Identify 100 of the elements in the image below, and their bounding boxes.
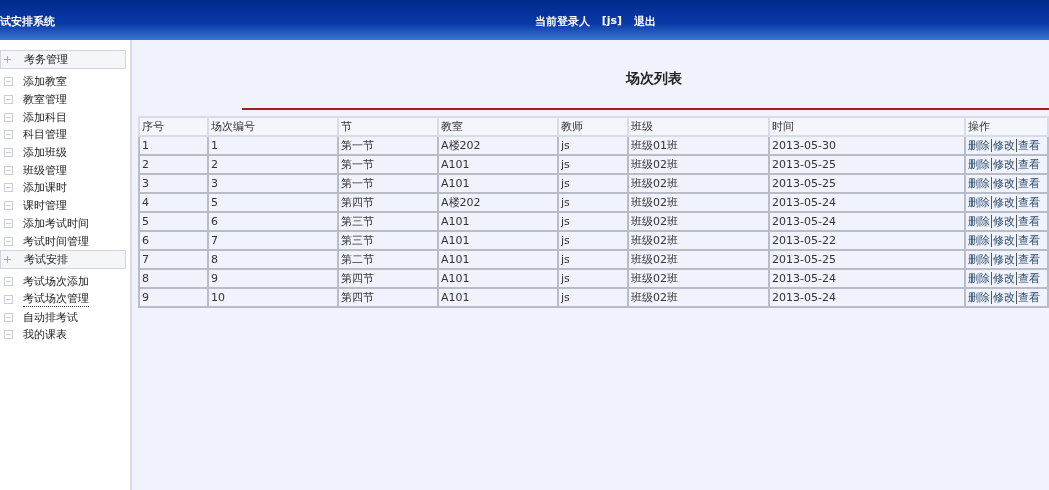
action-link[interactable]: 查看: [1016, 215, 1041, 228]
table-cell: A101: [438, 231, 558, 250]
action-link[interactable]: 删除: [967, 215, 991, 228]
action-link[interactable]: 修改: [991, 177, 1016, 190]
table-cell: 4: [139, 193, 208, 212]
table-cell: A101: [438, 288, 558, 307]
column-header: 场次编号: [208, 117, 338, 136]
table-cell: js: [558, 231, 628, 250]
action-link[interactable]: 删除: [967, 291, 991, 304]
table-cell: js: [558, 136, 628, 155]
sidebar-item[interactable]: 添加教室: [23, 74, 67, 90]
sidebar-item[interactable]: 考试时间管理: [23, 233, 89, 249]
logout-link[interactable]: 退出: [634, 14, 656, 29]
table-cell: js: [558, 269, 628, 288]
page-title: 场次列表: [624, 70, 683, 88]
action-link[interactable]: 删除: [967, 196, 991, 209]
sidebar-item[interactable]: 考试场次管理: [23, 291, 89, 308]
list-icon: [4, 183, 13, 193]
table-cell: 2: [208, 155, 338, 174]
table-cell: 5: [139, 212, 208, 231]
plus-icon: [4, 56, 11, 63]
sidebar-item[interactable]: 添加科目: [23, 109, 67, 125]
section-header[interactable]: 考务管理: [0, 50, 126, 69]
table-cell: 2013-05-30: [769, 136, 965, 155]
table-cell: 7: [208, 231, 338, 250]
table-cell: A101: [438, 212, 558, 231]
table-cell: 第四节: [338, 193, 438, 212]
table-cell: 班级02班: [628, 269, 769, 288]
table-cell: 班级02班: [628, 212, 769, 231]
action-link[interactable]: 修改: [991, 253, 1016, 266]
action-link[interactable]: 修改: [991, 139, 1016, 152]
table-cell: 2013-05-24: [769, 212, 965, 231]
sidebar-item[interactable]: 考试场次添加: [23, 274, 89, 290]
table-cell: 1: [139, 136, 208, 155]
table-cell: 第四节: [338, 269, 438, 288]
table-cell: 班级02班: [628, 250, 769, 269]
sidebar-item[interactable]: 班级管理: [23, 162, 67, 178]
action-link[interactable]: 查看: [1016, 158, 1041, 171]
table-cell: 3: [208, 174, 338, 193]
table-cell: 班级02班: [628, 288, 769, 307]
section-header[interactable]: 考试安排: [0, 249, 126, 269]
action-link[interactable]: 删除: [967, 158, 991, 171]
sidebar-item[interactable]: 科目管理: [23, 127, 67, 143]
table-cell: A101: [438, 174, 558, 193]
action-link[interactable]: 查看: [1016, 196, 1041, 209]
table-cell: js: [558, 288, 628, 307]
action-link[interactable]: 查看: [1016, 139, 1041, 152]
table-cell: js: [558, 250, 628, 269]
column-header: 时间: [769, 117, 965, 136]
table-cell: 第四节: [338, 288, 438, 307]
action-link[interactable]: 删除: [967, 272, 991, 285]
table-cell: 2013-05-25: [769, 174, 965, 193]
system-title: 试安排系统: [0, 14, 55, 29]
action-link[interactable]: 修改: [991, 272, 1016, 285]
table-cell: 9: [208, 269, 338, 288]
table-cell: 6: [208, 212, 338, 231]
action-link[interactable]: 查看: [1016, 272, 1041, 285]
list-icon: [4, 130, 13, 140]
table-cell: 班级02班: [628, 174, 769, 193]
table-cell: 7: [139, 250, 208, 269]
sidebar-item[interactable]: 自动排考试: [23, 309, 78, 325]
sidebar-item[interactable]: 添加考试时间: [23, 215, 89, 231]
column-header: 教师: [558, 117, 628, 136]
column-header: 节: [338, 117, 438, 136]
table-cell: js: [558, 212, 628, 231]
list-icon: [4, 218, 13, 228]
action-link[interactable]: 修改: [991, 196, 1016, 209]
action-link[interactable]: 查看: [1016, 253, 1041, 266]
table-cell: 2013-05-25: [769, 250, 965, 269]
table-cell: 2013-05-24: [769, 193, 965, 212]
user-name: [js]: [601, 14, 622, 29]
action-link[interactable]: 删除: [967, 177, 991, 190]
action-link[interactable]: 修改: [991, 291, 1016, 304]
action-link[interactable]: 删除: [967, 139, 991, 152]
table-cell: A101: [438, 250, 558, 269]
plus-icon: [4, 255, 11, 263]
sidebar-item[interactable]: 添加课时: [23, 180, 67, 196]
table-cell: 第一节: [338, 174, 438, 193]
column-header: 班级: [628, 117, 769, 136]
action-link[interactable]: 修改: [991, 234, 1016, 247]
table-cell: 3: [139, 174, 208, 193]
sidebar-item[interactable]: 课时管理: [23, 198, 67, 214]
table-cell: js: [558, 155, 628, 174]
list-icon: [4, 294, 13, 304]
action-link[interactable]: 查看: [1016, 234, 1041, 247]
action-link[interactable]: 删除: [967, 253, 991, 266]
action-link[interactable]: 修改: [991, 215, 1016, 228]
table-cell: A101: [438, 269, 558, 288]
action-link[interactable]: 修改: [991, 158, 1016, 171]
sidebar-item[interactable]: 我的课表: [23, 327, 67, 343]
table-cell: 8: [139, 269, 208, 288]
action-link[interactable]: 查看: [1016, 177, 1041, 190]
table-cell: 第二节: [338, 250, 438, 269]
table-cell: js: [558, 193, 628, 212]
action-link[interactable]: 删除: [967, 234, 991, 247]
sidebar-item[interactable]: 添加班级: [23, 145, 67, 161]
action-link[interactable]: 查看: [1016, 291, 1041, 304]
list-icon: [4, 95, 13, 105]
list-icon: [4, 312, 13, 322]
sidebar-item[interactable]: 教室管理: [23, 92, 67, 108]
